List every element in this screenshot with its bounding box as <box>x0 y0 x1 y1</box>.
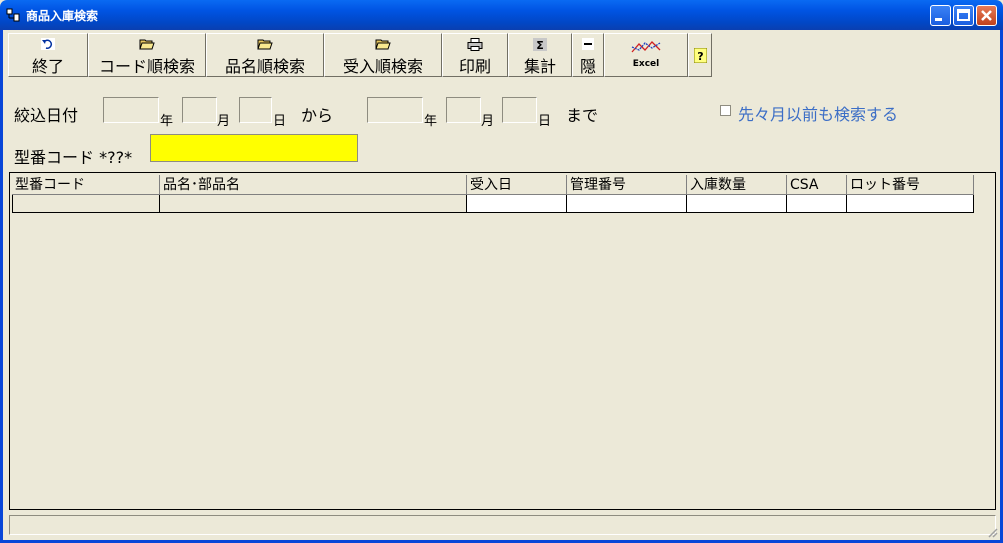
from-day-field[interactable] <box>239 97 272 123</box>
table-cell[interactable] <box>847 195 974 213</box>
table-cell[interactable] <box>12 195 160 213</box>
folder-open-icon <box>139 39 155 50</box>
column-header-quantity[interactable]: 入庫数量 <box>687 175 787 195</box>
code-search-button[interactable]: コード順検索 <box>88 33 206 77</box>
svg-text:Σ: Σ <box>536 39 544 51</box>
minus-icon <box>582 38 594 50</box>
to-day-field[interactable] <box>502 97 537 123</box>
exit-label: 終了 <box>31 57 64 76</box>
help-icon: ? <box>693 47 707 63</box>
column-header-product-name[interactable]: 品名･部品名 <box>160 175 467 195</box>
from-label: から <box>301 106 334 125</box>
receive-search-label: 受入順検索 <box>342 57 423 76</box>
hide-button[interactable]: 隠 <box>572 33 604 77</box>
line-chart-icon <box>631 41 661 53</box>
from-year-unit: 年 <box>160 114 174 129</box>
from-month-field[interactable] <box>182 97 217 123</box>
column-header-control-number[interactable]: 管理番号 <box>567 175 687 195</box>
total-button[interactable]: Σ 集計 <box>508 33 572 77</box>
svg-text:?: ? <box>697 50 703 63</box>
printer-icon <box>467 37 483 51</box>
receive-search-button[interactable]: 受入順検索 <box>324 33 442 77</box>
title-bar[interactable]: 商品入庫検索 <box>0 0 1003 30</box>
table-cell[interactable] <box>787 195 847 213</box>
from-year-field[interactable] <box>103 97 159 123</box>
table-cell[interactable] <box>567 195 687 213</box>
close-icon <box>981 10 992 21</box>
name-search-label: 品名順検索 <box>224 57 305 76</box>
model-code-input[interactable] <box>150 134 358 162</box>
to-label: まで <box>566 106 599 125</box>
hide-label: 隠 <box>579 57 596 76</box>
column-header-model-code[interactable]: 型番コード <box>12 175 160 195</box>
maximize-button[interactable] <box>953 5 974 26</box>
column-header-receive-date[interactable]: 受入日 <box>467 175 567 195</box>
excel-button[interactable]: Excel <box>604 33 688 77</box>
to-day-unit: 日 <box>538 114 552 129</box>
folder-open-icon <box>375 39 391 50</box>
date-filter-label: 絞込日付 <box>14 106 79 125</box>
to-year-field[interactable] <box>367 97 423 123</box>
folder-open-icon <box>257 39 273 50</box>
exit-button[interactable]: 終了 <box>8 33 88 77</box>
to-year-unit: 年 <box>424 114 438 129</box>
name-search-button[interactable]: 品名順検索 <box>206 33 324 77</box>
sigma-icon: Σ <box>533 37 547 51</box>
table-cell[interactable] <box>467 195 567 213</box>
results-table[interactable]: 型番コード 品名･部品名 受入日 管理番号 入庫数量 CSA ロット番号 <box>9 172 996 510</box>
table-cell[interactable] <box>160 195 467 213</box>
older-search-checkbox[interactable] <box>720 105 731 116</box>
code-search-label: コード順検索 <box>98 57 195 76</box>
undo-icon <box>41 38 55 50</box>
older-search-label[interactable]: 先々月以前も検索する <box>738 101 898 125</box>
window-content: 終了 コード順検索 品名順検索 受入順検索 印刷 Σ 集計 隠 Excel ? … <box>3 30 1000 540</box>
print-button[interactable]: 印刷 <box>442 33 508 77</box>
window-title: 商品入庫検索 <box>26 9 99 23</box>
total-label: 集計 <box>523 57 556 76</box>
from-month-unit: 月 <box>217 114 231 129</box>
excel-label: Excel <box>632 59 660 69</box>
resize-grip-icon[interactable] <box>986 526 998 538</box>
to-month-field[interactable] <box>446 97 481 123</box>
from-day-unit: 日 <box>273 114 287 129</box>
column-header-csa[interactable]: CSA <box>787 175 847 195</box>
minimize-icon <box>935 18 942 21</box>
status-bar <box>9 515 996 535</box>
close-button[interactable] <box>976 5 997 26</box>
to-month-unit: 月 <box>481 114 495 129</box>
app-icon <box>6 8 20 22</box>
minimize-button[interactable] <box>930 5 951 26</box>
maximize-icon <box>957 9 970 21</box>
column-header-lot-number[interactable]: ロット番号 <box>847 175 974 195</box>
print-label: 印刷 <box>458 57 491 76</box>
table-cell[interactable] <box>687 195 787 213</box>
model-code-label: 型番コード *??* <box>14 148 133 167</box>
help-button[interactable]: ? <box>688 33 712 77</box>
